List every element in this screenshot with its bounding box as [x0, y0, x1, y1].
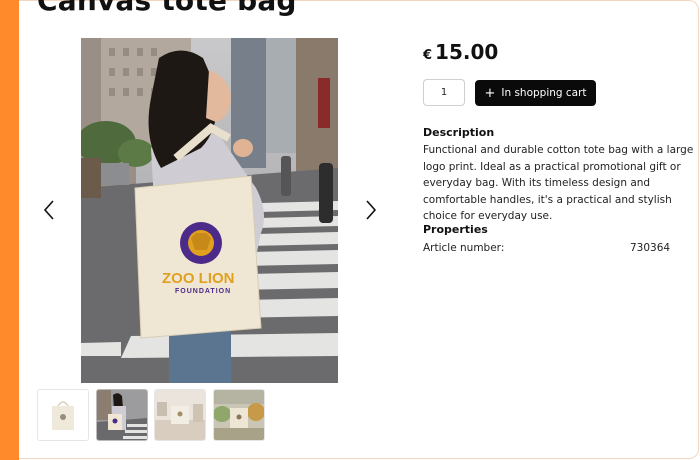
- bag-print-line2: FOUNDATION: [175, 288, 231, 295]
- quantity-input[interactable]: [423, 79, 465, 106]
- thumbnail-strip: [37, 389, 277, 441]
- bag-print-line1: ZOO LION: [162, 270, 235, 287]
- description-heading: Description: [423, 126, 495, 139]
- product-gallery: ZOO LION FOUNDATION: [37, 38, 392, 383]
- thumbnail-bag-on-table[interactable]: [154, 389, 206, 441]
- next-image-arrow-icon[interactable]: [360, 198, 380, 222]
- thumbnail-bag-only[interactable]: [37, 389, 89, 441]
- left-accent-bar: [0, 0, 19, 460]
- product-title: Canvas tote bag: [37, 0, 297, 17]
- product-price: €15.00: [423, 40, 498, 64]
- plus-icon: +: [484, 85, 496, 101]
- property-key: Article number:: [423, 242, 505, 254]
- price-amount: 15.00: [435, 40, 499, 64]
- properties-heading: Properties: [423, 223, 488, 236]
- property-value: 730364: [630, 242, 671, 254]
- thumbnail-woman-with-bag[interactable]: [96, 389, 148, 441]
- add-to-cart-label: In shopping cart: [501, 87, 587, 99]
- previous-image-arrow-icon[interactable]: [40, 198, 60, 222]
- main-product-image: ZOO LION FOUNDATION: [81, 38, 338, 383]
- thumbnail-bag-at-market[interactable]: [213, 389, 265, 441]
- add-to-cart-button[interactable]: + In shopping cart: [475, 80, 596, 106]
- description-text: Functional and durable cotton tote bag w…: [423, 144, 694, 222]
- price-currency: €: [423, 48, 433, 63]
